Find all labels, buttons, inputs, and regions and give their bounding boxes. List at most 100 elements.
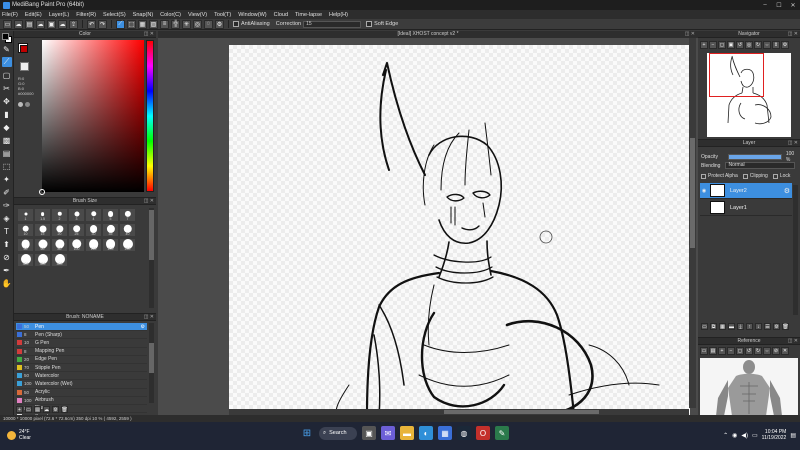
layer-row-layer1[interactable]: Layer1 (700, 200, 792, 216)
save-cloud-icon[interactable]: ☁ (58, 19, 67, 29)
text-tool-icon[interactable]: T (2, 226, 12, 236)
battery-icon[interactable]: ▭ (752, 432, 758, 439)
opera-icon[interactable]: O (476, 426, 490, 440)
reference-flip-icon[interactable]: ⇔ (763, 347, 771, 355)
tray-chevron-icon[interactable]: ⌃ (723, 432, 728, 439)
bucket-tool-icon[interactable]: ◆ (2, 122, 12, 132)
layer-menu-icon[interactable]: ☰ (764, 323, 771, 330)
eraser-tool-icon[interactable]: ▮ (2, 109, 12, 119)
brush-list-item[interactable]: 100 Watercolor (Wet) (16, 380, 147, 389)
copy-brush-icon[interactable]: ▭ (25, 406, 32, 413)
delete-brush-icon[interactable]: 🗑 (61, 406, 68, 413)
brush-size-cell[interactable]: 40 (119, 223, 136, 237)
menu-window[interactable]: Window(W) (238, 12, 266, 18)
brush-size-cell[interactable]: 200 (102, 238, 119, 252)
brush-size-cell[interactable]: 350 (34, 253, 51, 267)
rotate-reset-icon[interactable]: ◎ (745, 41, 753, 49)
move-tool-icon[interactable]: ✥ (2, 96, 12, 106)
brush-settings-icon[interactable]: ⚙ (141, 324, 145, 330)
correction-select[interactable]: 15 (303, 20, 362, 28)
snap-radial-icon[interactable]: ✳ (182, 19, 191, 29)
panel-controls[interactable]: ◫ ✕ (144, 314, 154, 321)
brush-size-cell[interactable]: 80 (51, 238, 68, 252)
menu-edit[interactable]: Edit(E) (25, 12, 42, 18)
duplicate-layer-icon[interactable]: ⧉ (710, 323, 717, 330)
brush-size-cell[interactable]: 30 (85, 223, 102, 237)
brush-size-cell[interactable]: 400 (51, 253, 68, 267)
canvas-tab[interactable]: [Ideal] XHOST concept v2 * ◫ ✕ (158, 31, 698, 38)
brush-list-item[interactable]: 8 Mapping Pen (16, 348, 147, 356)
menu-file[interactable]: File(F) (2, 12, 18, 18)
menu-help[interactable]: Help(H) (329, 12, 348, 18)
zoom-out-icon[interactable]: − (709, 41, 717, 49)
menu-filter[interactable]: Filter(R) (76, 12, 96, 18)
scroll-thumb[interactable] (690, 138, 695, 248)
color-picker-handle[interactable] (39, 189, 45, 195)
color-swatches[interactable] (1, 32, 13, 44)
brush-tool-icon[interactable]: ⟋ (1, 57, 12, 67)
select-icon[interactable]: ⬚ (127, 19, 136, 29)
flip-horizontal-icon[interactable]: ⇔ (763, 41, 771, 49)
protect-alpha-checkbox[interactable] (701, 173, 706, 179)
export-icon[interactable]: ⇪ (69, 19, 78, 29)
layer-down-icon[interactable]: ↓ (755, 323, 762, 330)
new-file-icon[interactable]: ▭ (3, 19, 12, 29)
dropper-icon[interactable]: ✒ (2, 265, 12, 275)
windows-start-icon[interactable]: ⊞ (300, 426, 314, 440)
flip-vertical-icon[interactable]: ⇕ (772, 41, 780, 49)
hand-tool-icon[interactable]: ✋ (2, 278, 12, 288)
zoom-fit-icon[interactable]: ◻ (718, 41, 726, 49)
eyedropper-icon[interactable]: ⊘ (2, 252, 12, 262)
chat-icon[interactable]: ✉ (381, 426, 395, 440)
brush-size-cell[interactable]: 15 (34, 223, 51, 237)
reference-image[interactable] (700, 358, 798, 416)
new-layer-icon[interactable]: ▭ (701, 323, 708, 330)
saturation-value-picker[interactable] (39, 40, 144, 195)
magic-wand-icon[interactable]: ✦ (2, 174, 12, 184)
halftone-layer-icon[interactable]: ▦ (719, 323, 726, 330)
reference-eyedropper-icon[interactable]: ⊘ (772, 347, 780, 355)
new-folder-icon[interactable]: ▬ (728, 323, 735, 330)
brush-list-item[interactable]: 20 Edge Pen (16, 356, 147, 364)
brush-size-cell[interactable]: 50 (17, 238, 34, 252)
canvas-vertical-scrollbar[interactable] (689, 38, 696, 408)
panel-controls[interactable]: ◫ ✕ (788, 338, 798, 345)
select-pen-icon[interactable]: ✐ (2, 187, 12, 197)
primary-color-swatch[interactable] (20, 45, 28, 53)
brush-list-scrollbar[interactable] (149, 323, 154, 403)
blending-select[interactable]: Normal (725, 162, 796, 169)
brush-list-item[interactable]: 10 G Pen (16, 339, 147, 348)
drawing-canvas[interactable] (229, 45, 690, 415)
add-bitmap-brush-icon[interactable]: ▤ (34, 406, 41, 413)
close-button[interactable]: ✕ (786, 2, 800, 9)
brush-size-cell[interactable]: 20 (51, 223, 68, 237)
panel-controls[interactable]: ◫ ✕ (144, 198, 154, 205)
lock-checkbox[interactable] (772, 173, 778, 179)
navigator-viewport-rect[interactable] (709, 53, 764, 97)
opacity-slider[interactable] (727, 154, 782, 160)
brush-list-item[interactable]: 100 Airbrush (16, 397, 147, 405)
brush-size-cell[interactable]: 250 (119, 238, 136, 252)
layer-scrollbar[interactable] (793, 185, 798, 315)
select-tool-icon[interactable]: ⬚ (2, 161, 12, 171)
reference-zoom-out-icon[interactable]: − (727, 347, 735, 355)
notifications-icon[interactable]: ▤ (790, 432, 796, 439)
brush-size-cell[interactable]: 25 (68, 223, 85, 237)
foreground-color-swatch[interactable] (2, 33, 9, 40)
add-brush-icon[interactable]: + (16, 406, 23, 413)
panel-controls[interactable]: ◫ ✕ (788, 140, 798, 147)
fill-tool-icon[interactable]: ▩ (2, 135, 12, 145)
select-eraser-icon[interactable]: ✑ (2, 200, 12, 210)
menu-select[interactable]: Select(S) (103, 12, 126, 18)
task-view-icon[interactable]: ▣ (362, 426, 376, 440)
store-icon[interactable]: ▦ (438, 426, 452, 440)
volume-icon[interactable]: ◀) (741, 432, 748, 439)
scroll-thumb[interactable] (149, 343, 154, 373)
reference-layer-icon[interactable]: ▤ (709, 347, 717, 355)
search-button[interactable]: ⌕ Search (319, 426, 357, 440)
redo-icon[interactable]: ↷ (98, 19, 107, 29)
menu-view[interactable]: View(V) (188, 12, 207, 18)
edge-icon[interactable]: ◐ (419, 426, 433, 440)
brush-list-item[interactable]: 50 Acrylic (16, 389, 147, 397)
pencil-tool-icon[interactable]: ✎ (2, 44, 12, 54)
